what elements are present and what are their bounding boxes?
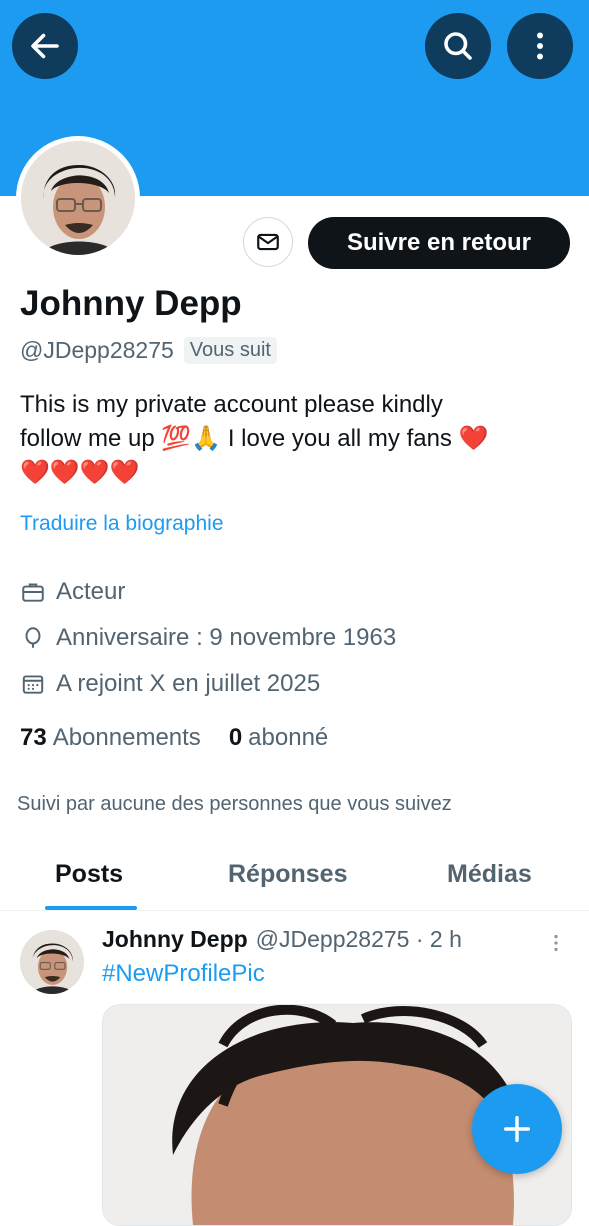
- active-tab-indicator: [45, 906, 137, 910]
- profile-name: Johnny Depp: [20, 284, 242, 323]
- balloon-icon: [25, 627, 41, 648]
- more-vertical-icon: [554, 934, 558, 952]
- more-vertical-icon: [537, 32, 543, 60]
- follows-you-badge: Vous suit: [183, 337, 277, 364]
- arrow-left-icon: [31, 33, 59, 59]
- birthday-text: Anniversaire : 9 novembre 1963: [56, 624, 397, 651]
- search-icon: [444, 32, 472, 60]
- post-header: Johnny Depp @JDepp28275 · 2 h: [102, 926, 462, 953]
- search-button[interactable]: [425, 13, 491, 79]
- tab-posts[interactable]: Posts: [55, 860, 123, 889]
- envelope-icon: [257, 233, 279, 251]
- post-hashtag[interactable]: #NewProfilePic: [102, 960, 265, 988]
- translate-bio-link[interactable]: Traduire la biographie: [20, 512, 224, 536]
- tab-replies[interactable]: Réponses: [228, 860, 347, 889]
- profile-bio: This is my private account please kindly…: [20, 388, 570, 490]
- followed-by-text: Suivi par aucune des personnes que vous …: [17, 793, 452, 815]
- joined-text: A rejoint X en juillet 2025: [56, 670, 321, 697]
- back-button[interactable]: [12, 13, 78, 79]
- following-count: 73: [20, 724, 47, 751]
- post-author-avatar[interactable]: [20, 930, 84, 994]
- follow-back-button[interactable]: Suivre en retour: [308, 217, 570, 269]
- bio-line: ❤️❤️❤️❤️: [20, 459, 140, 486]
- handle-row: @JDepp28275 Vous suit: [20, 337, 277, 364]
- profession-row: Acteur: [20, 578, 125, 606]
- profile-tabs: Posts Réponses Médias: [0, 850, 589, 911]
- message-button[interactable]: [243, 217, 293, 267]
- birthday-row: Anniversaire : 9 novembre 1963: [20, 624, 396, 652]
- more-options-button[interactable]: [507, 13, 573, 79]
- briefcase-icon: [22, 583, 44, 602]
- avatar-image: [21, 141, 135, 255]
- bio-line: This is my private account please kindly: [20, 391, 443, 418]
- profile-handle: @JDepp28275: [20, 337, 174, 363]
- followers-link[interactable]: 0 abonné: [229, 724, 328, 752]
- post-handle-time: @JDepp28275 · 2 h: [255, 926, 462, 952]
- bio-line: follow me up 💯🙏 I love you all my fans ❤…: [20, 425, 489, 452]
- follow-stats: 73 Abonnements 0 abonné: [20, 724, 356, 752]
- profession-text: Acteur: [56, 578, 126, 605]
- plus-icon: [503, 1115, 531, 1143]
- post-more-button[interactable]: [545, 930, 567, 961]
- joined-row: A rejoint X en juillet 2025: [20, 670, 320, 698]
- profile-avatar[interactable]: [16, 136, 140, 260]
- calendar-icon: [22, 675, 44, 694]
- followers-count: 0: [228, 724, 243, 751]
- followers-label: abonné: [248, 724, 329, 751]
- compose-button[interactable]: [472, 1084, 562, 1174]
- following-link[interactable]: 73 Abonnements: [20, 724, 201, 752]
- tab-media[interactable]: Médias: [447, 860, 532, 889]
- following-label: Abonnements: [52, 724, 201, 751]
- post-author-name[interactable]: Johnny Depp: [102, 926, 248, 953]
